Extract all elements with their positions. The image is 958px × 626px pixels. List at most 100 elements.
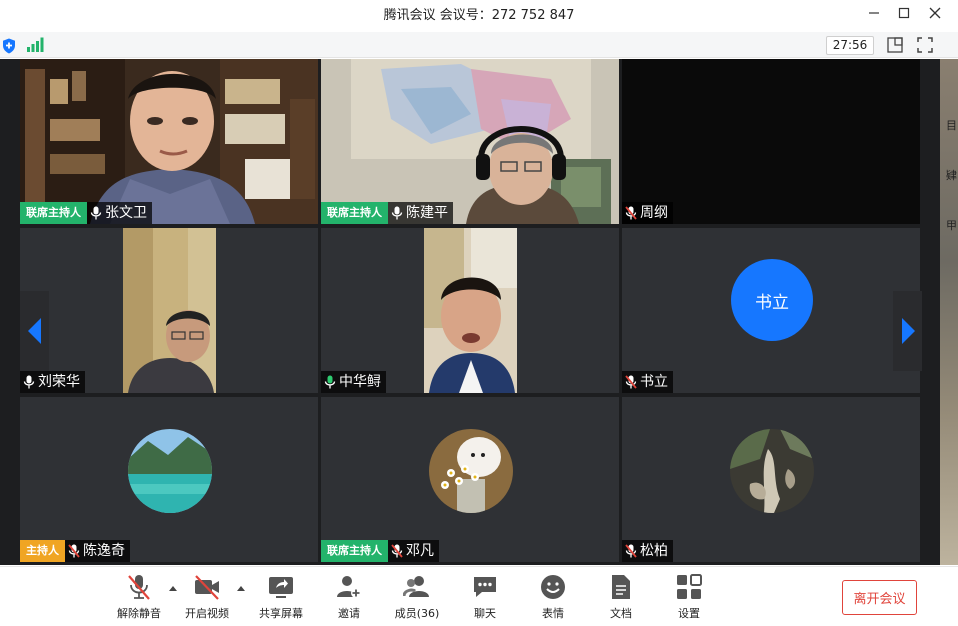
fullscreen-icon[interactable] [917,37,933,53]
video-tile[interactable]: 松柏 [622,397,920,562]
video-tile[interactable]: 书立 书立 [622,228,920,393]
meeting-window: 腾讯会议 会议号：272 752 847 27:56 目 肄 甲 联席主持人 张… [0,0,958,626]
invite-label: 邀请 [338,607,360,620]
emoji-button[interactable]: 表情 [523,573,583,623]
settings-grid-icon [677,574,702,599]
participant-video [20,228,318,393]
share-screen-icon [269,577,293,598]
settings-button[interactable]: 设置 [659,573,719,623]
microphone-icon [391,206,403,220]
video-tile[interactable]: 联席主持人 张文卫 [20,59,318,224]
members-icon [403,576,429,597]
microphone-muted-icon [128,575,150,600]
participant-name: 张文卫 [105,205,147,221]
host-badge: 主持人 [20,540,65,562]
participant-video [20,59,318,224]
participant-name: 中华鲟 [339,374,381,390]
network-signal-icon[interactable] [27,37,44,52]
video-tile[interactable]: 周纲 [622,59,920,224]
participant-name-tag: 主持人 陈逸奇 [20,540,130,562]
microphone-muted-icon [625,544,637,558]
start-video-label: 开启视频 [185,607,229,620]
audio-options-caret-icon[interactable] [169,585,177,593]
emoji-icon [541,575,565,599]
meeting-timer: 27:56 [826,36,874,55]
participant-name: 松柏 [640,543,668,559]
layout-switch-icon[interactable] [887,37,903,53]
documents-button[interactable]: 文档 [591,573,651,623]
avatar [730,429,814,513]
security-shield-icon[interactable] [2,38,16,54]
video-grid: 目 肄 甲 联席主持人 张文卫 联席主持人 陈建平 周纲 刘荣华 中华鲟 书立 … [0,59,958,565]
participant-name-tag: 联席主持人 邓凡 [321,540,439,562]
background-window-strip: 目 肄 甲 [940,59,958,565]
share-screen-button[interactable]: 共享屏幕 [251,573,311,623]
side-text: 甲 [946,219,957,232]
microphone-icon [90,206,102,220]
leave-meeting-button[interactable]: 离开会议 [842,580,917,615]
cohost-badge: 联席主持人 [20,202,87,224]
documents-label: 文档 [610,607,632,620]
participant-name-tag: 联席主持人 张文卫 [20,202,152,224]
start-video-button[interactable]: 开启视频 [177,573,237,623]
camera-off-icon [195,575,219,600]
window-title: 腾讯会议 会议号：272 752 847 [383,8,575,23]
microphone-active-icon [324,375,336,389]
video-tile[interactable]: 联席主持人 陈建平 [321,59,619,224]
participant-name-tag: 联席主持人 陈建平 [321,202,453,224]
members-button[interactable]: 成员(36) [387,573,447,623]
chevron-right-icon [901,318,915,344]
participant-video [321,228,619,393]
microphone-muted-icon [625,375,637,389]
document-icon [612,575,630,599]
participant-label: 书立 [622,371,673,393]
next-page-button[interactable] [893,291,922,371]
microphone-muted-icon [391,544,403,558]
participant-name: 邓凡 [406,543,434,559]
participant-label: 张文卫 [87,202,152,224]
video-tile[interactable]: 中华鲟 [321,228,619,393]
minimize-icon[interactable] [862,2,886,24]
avatar [429,429,513,513]
avatar [128,429,212,513]
participant-name: 陈逸奇 [83,543,125,559]
participant-label: 陈逸奇 [65,540,130,562]
video-tile[interactable]: 刘荣华 [20,228,318,393]
chat-button[interactable]: 聊天 [455,573,515,623]
chevron-left-icon [27,318,41,344]
meeting-toolbar: 解除静音 开启视频 共享屏幕 邀请 成员(36) 聊天 表情 文档 设置 离开会… [0,566,958,626]
maximize-icon[interactable] [892,2,916,24]
microphone-muted-icon [68,544,80,558]
video-options-caret-icon[interactable] [237,585,245,593]
participant-name: 刘荣华 [38,374,80,390]
emoji-label: 表情 [542,607,564,620]
microphone-muted-icon [625,206,637,220]
participant-name-tag: 松柏 [622,540,673,562]
participant-label: 陈建平 [388,202,453,224]
video-tile[interactable]: 主持人 陈逸奇 [20,397,318,562]
unmute-button[interactable]: 解除静音 [109,573,169,623]
participant-name-tag: 刘荣华 [20,371,85,393]
unmute-label: 解除静音 [117,607,161,620]
add-user-icon [337,576,361,598]
settings-label: 设置 [678,607,700,620]
invite-button[interactable]: 邀请 [319,573,379,623]
close-icon[interactable] [923,2,947,24]
cohost-badge: 联席主持人 [321,540,388,562]
chat-icon [474,577,496,597]
meeting-info-bar: 27:56 [0,32,958,58]
video-tile[interactable]: 联席主持人 邓凡 [321,397,619,562]
share-screen-label: 共享屏幕 [259,607,303,620]
participant-name-tag: 中华鲟 [321,371,386,393]
cohost-badge: 联席主持人 [321,202,388,224]
side-text: 目 [946,119,957,132]
participant-label: 松柏 [622,540,673,562]
title-bar: 腾讯会议 会议号：272 752 847 [0,0,958,28]
participant-name: 书立 [640,374,668,390]
side-text: 肄 [946,169,957,182]
participant-name-tag: 周纲 [622,202,673,224]
avatar: 书立 [731,259,813,341]
microphone-icon [23,375,35,389]
previous-page-button[interactable] [20,291,49,371]
chat-label: 聊天 [474,607,496,620]
